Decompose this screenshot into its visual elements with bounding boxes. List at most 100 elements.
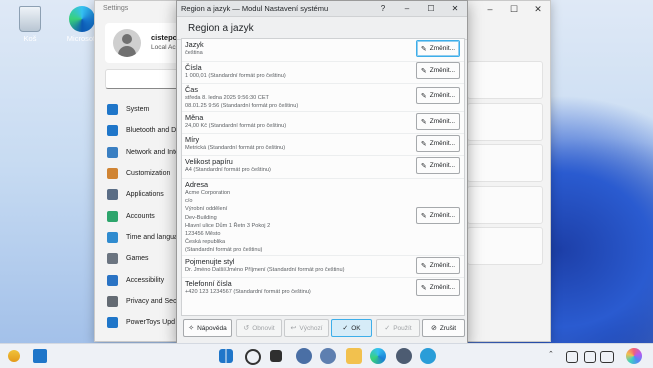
network-icon[interactable] bbox=[584, 351, 596, 363]
sidebar-item[interactable]: Applications bbox=[107, 184, 183, 205]
file-explorer-icon[interactable] bbox=[346, 348, 362, 364]
settings-card[interactable] bbox=[467, 185, 543, 224]
setting-value: 24,00 Kč (Standardní formát pro češtinu) bbox=[185, 123, 287, 129]
sidebar-item[interactable]: Network and Inte bbox=[107, 142, 183, 163]
setting-value: Dr. Jméno Další/Jméno Příjmení (Standard… bbox=[185, 267, 345, 273]
sidebar-item-label: Applications bbox=[126, 191, 164, 199]
setting-value: 08.01.25 9:56 (Standardní formát pro češ… bbox=[185, 103, 299, 110]
sidebar-item[interactable]: Privacy and Secu bbox=[107, 291, 183, 312]
maximize-icon[interactable]: ☐ bbox=[502, 1, 526, 17]
row-divider bbox=[182, 255, 464, 256]
minimize-icon[interactable]: – bbox=[395, 1, 419, 16]
gear-icon[interactable] bbox=[396, 348, 412, 364]
ok-button[interactable]: ✓ OK bbox=[331, 319, 372, 337]
change-button-label: Změnit... bbox=[429, 92, 456, 99]
edit-icon: ✎ bbox=[420, 118, 427, 126]
change-button[interactable]: ✎ Změnit... bbox=[416, 157, 460, 174]
display-icon[interactable] bbox=[566, 351, 578, 363]
edit-icon: ✎ bbox=[420, 284, 427, 292]
row-divider bbox=[182, 178, 464, 179]
volume-icon[interactable] bbox=[600, 351, 614, 363]
sidebar-item[interactable]: Accounts bbox=[107, 205, 183, 226]
change-button[interactable]: ✎ Změnit... bbox=[416, 279, 460, 296]
setting-label: Pojmenujte styl bbox=[185, 257, 235, 266]
close-icon[interactable]: ✕ bbox=[443, 1, 467, 16]
task-view-icon[interactable] bbox=[270, 350, 282, 362]
row-divider bbox=[182, 133, 464, 134]
system-settings-taskbar-icon[interactable] bbox=[320, 348, 336, 364]
minimize-icon[interactable]: – bbox=[478, 1, 502, 17]
refresh-icon: ↺ bbox=[243, 325, 250, 332]
setting-label: Telefonní čísla bbox=[185, 279, 232, 288]
user-name: cistepc bbox=[151, 33, 177, 42]
settings-search-input[interactable] bbox=[105, 69, 187, 89]
sidebar-item-icon bbox=[107, 210, 118, 222]
change-button[interactable]: ✎ Změnit... bbox=[416, 113, 460, 130]
setting-label: Velikost papíru bbox=[185, 157, 233, 166]
sidebar-item-icon bbox=[107, 231, 118, 243]
apply-button-label: Použít bbox=[393, 324, 412, 332]
sidebar-item-icon bbox=[107, 168, 118, 180]
region-settings-taskbar-icon[interactable] bbox=[420, 348, 436, 364]
setting-value: Hlavní ulice Dům 1 Řetn 3 Pokoj 2 bbox=[185, 222, 271, 229]
edit-icon: ✎ bbox=[420, 45, 427, 53]
edge-icon[interactable] bbox=[370, 348, 386, 364]
dialog-title: Region a jazyk — Modul Nastavení systému bbox=[181, 4, 329, 13]
dialog-titlebar[interactable]: Region a jazyk — Modul Nastavení systému… bbox=[177, 1, 467, 17]
start-icon[interactable] bbox=[219, 349, 233, 363]
setting-value: Metrická (Standardní formát pro češtinu) bbox=[185, 145, 286, 151]
help-button[interactable]: ✧ Nápověda bbox=[183, 319, 232, 337]
sidebar-item[interactable]: Games bbox=[107, 248, 183, 269]
settings-card[interactable] bbox=[467, 227, 543, 265]
check-icon: ✓ bbox=[384, 325, 391, 332]
setting-value: Česká republika bbox=[185, 239, 226, 246]
change-button[interactable]: ✎ Změnit... bbox=[416, 40, 460, 57]
region-language-dialog: Region a jazyk — Modul Nastavení systému… bbox=[176, 0, 468, 344]
setting-value: (Standardní formát pro češtinu) bbox=[185, 247, 263, 254]
maximize-icon[interactable]: ☐ bbox=[419, 1, 443, 16]
sidebar-item[interactable]: Time and langua bbox=[107, 227, 183, 248]
help-icon[interactable]: ? bbox=[371, 1, 395, 16]
sidebar-item[interactable]: Customization bbox=[107, 163, 183, 184]
change-button[interactable]: ✎ Změnit... bbox=[416, 207, 460, 224]
account-type: Local Ac bbox=[151, 44, 176, 51]
edit-icon: ✎ bbox=[420, 212, 427, 220]
settings-taskbar-icon[interactable] bbox=[296, 348, 312, 364]
change-button[interactable]: ✎ Změnit... bbox=[416, 257, 460, 274]
sidebar-item-label: Customization bbox=[126, 170, 171, 178]
change-button[interactable]: ✎ Změnit... bbox=[416, 62, 460, 79]
defaults-icon: ↩ bbox=[290, 325, 297, 332]
sidebar-item-icon bbox=[107, 253, 118, 265]
help-icon: ✧ bbox=[188, 325, 195, 332]
settings-card[interactable] bbox=[467, 144, 543, 182]
sidebar-item[interactable]: PowerToys Upd bbox=[107, 312, 183, 333]
setting-label: Adresa bbox=[185, 180, 209, 189]
defaults-button-label: Výchozí bbox=[299, 324, 323, 332]
widgets-icon[interactable] bbox=[33, 349, 47, 363]
change-button[interactable]: ✎ Změnit... bbox=[416, 87, 460, 104]
settings-card[interactable] bbox=[467, 61, 543, 99]
refresh-button[interactable]: ↺ Obnovit bbox=[236, 319, 282, 337]
page-title: Region a jazyk bbox=[177, 17, 467, 40]
recycle-bin-desktop-icon[interactable]: Koš bbox=[12, 6, 48, 43]
search-icon[interactable] bbox=[245, 349, 261, 365]
sidebar-item[interactable]: System bbox=[107, 99, 183, 120]
setting-value: Acme Corporation bbox=[185, 190, 231, 196]
sidebar-item-label: Privacy and Secu bbox=[126, 297, 181, 305]
cancel-icon: ⊘ bbox=[430, 325, 437, 332]
copilot-icon[interactable] bbox=[626, 348, 642, 364]
sidebar-item[interactable]: Bluetooth and De bbox=[107, 120, 183, 141]
avatar bbox=[113, 29, 141, 57]
tray-chevron-icon[interactable]: ⌃ bbox=[548, 350, 554, 358]
defaults-button[interactable]: ↩ Výchozí bbox=[284, 319, 329, 337]
sidebar-item-label: Bluetooth and De bbox=[126, 127, 181, 135]
change-button[interactable]: ✎ Změnit... bbox=[416, 135, 460, 152]
sidebar-item-icon bbox=[107, 104, 118, 116]
sidebar-item[interactable]: Accessibility bbox=[107, 269, 183, 290]
close-icon[interactable]: ✕ bbox=[526, 1, 550, 17]
settings-card[interactable] bbox=[467, 102, 543, 141]
setting-label: Jazyk bbox=[185, 40, 204, 49]
weather-icon[interactable] bbox=[8, 350, 20, 362]
apply-button[interactable]: ✓ Použít bbox=[376, 319, 420, 337]
cancel-button[interactable]: ⊘ Zrušit bbox=[422, 319, 465, 337]
